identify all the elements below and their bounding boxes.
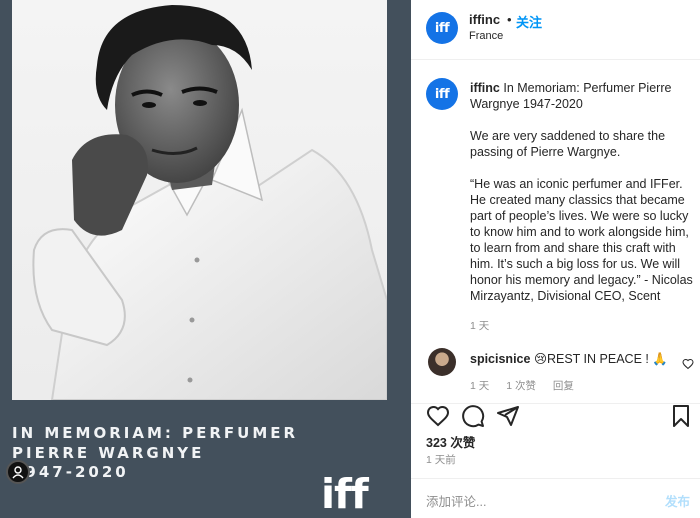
location-link[interactable]: France (469, 30, 503, 42)
post-content: iff iffinc In Memoriam: Perfumer Pierre … (411, 60, 700, 403)
comment-body: 😢REST IN PEACE ! 🙏 (533, 352, 668, 366)
share-icon[interactable] (496, 404, 520, 428)
bookmark-icon[interactable] (669, 404, 693, 428)
caption-username[interactable]: iffinc (470, 81, 500, 95)
comment-like-icon[interactable] (682, 358, 694, 370)
iff-logo: iff (321, 470, 369, 518)
comment-meta: 1 天 1 次赞 回复 (470, 378, 588, 393)
caption-line-2: PIERRE WARGNYE (12, 443, 205, 462)
like-icon[interactable] (426, 404, 450, 428)
post-actions: 323 次赞 1 天前 (411, 403, 700, 473)
likes-count[interactable]: 323 次赞 (426, 432, 475, 451)
commenter-avatar[interactable] (428, 348, 456, 376)
comment-username[interactable]: spicisnice (470, 352, 530, 366)
tagged-user-icon[interactable] (6, 460, 30, 484)
separator-dot: • (507, 12, 512, 27)
comment-icon[interactable] (461, 404, 485, 428)
portrait-photo (12, 0, 387, 400)
caption-avatar[interactable]: iff (426, 78, 458, 110)
post-sidebar: iff iffinc • 关注 France iff iffinc In Mem… (411, 0, 700, 518)
post-media[interactable]: IN MEMORIAM: PERFUMER PIERRE WARGNYE 194… (0, 0, 411, 518)
post-comment-button[interactable]: 发布 (665, 491, 690, 510)
caption-line-1: IN MEMORIAM: PERFUMER (12, 424, 299, 442)
follow-button[interactable]: 关注 (516, 12, 542, 31)
comment-likes[interactable]: 1 次赞 (506, 380, 536, 392)
add-comment-bar: 添加评论... 发布 (411, 478, 700, 518)
media-caption: IN MEMORIAM: PERFUMER PIERRE WARGNYE 194… (12, 424, 312, 483)
post-caption: iffinc In Memoriam: Perfumer Pierre Warg… (470, 80, 694, 320)
caption-title: In Memoriam: Perfumer Pierre Wargnye 194… (470, 81, 672, 111)
post-age[interactable]: 1 天前 (426, 452, 456, 467)
caption-line-3: 1947-2020 (12, 463, 129, 481)
reply-button[interactable]: 回复 (553, 380, 574, 392)
avatar[interactable]: iff (426, 12, 458, 44)
header-username[interactable]: iffinc (469, 12, 500, 27)
post-header: iff iffinc • 关注 France (411, 0, 700, 60)
comment: spicisnice 😢REST IN PEACE ! 🙏 (470, 351, 668, 367)
comment-input[interactable]: 添加评论... (426, 491, 486, 510)
caption-paragraph-1: We are very saddened to share the passin… (470, 129, 666, 159)
caption-timestamp[interactable]: 1 天 (470, 318, 489, 333)
comment-timestamp[interactable]: 1 天 (470, 380, 489, 392)
caption-paragraph-2: “He was an iconic perfumer and IFFer. He… (470, 177, 693, 303)
